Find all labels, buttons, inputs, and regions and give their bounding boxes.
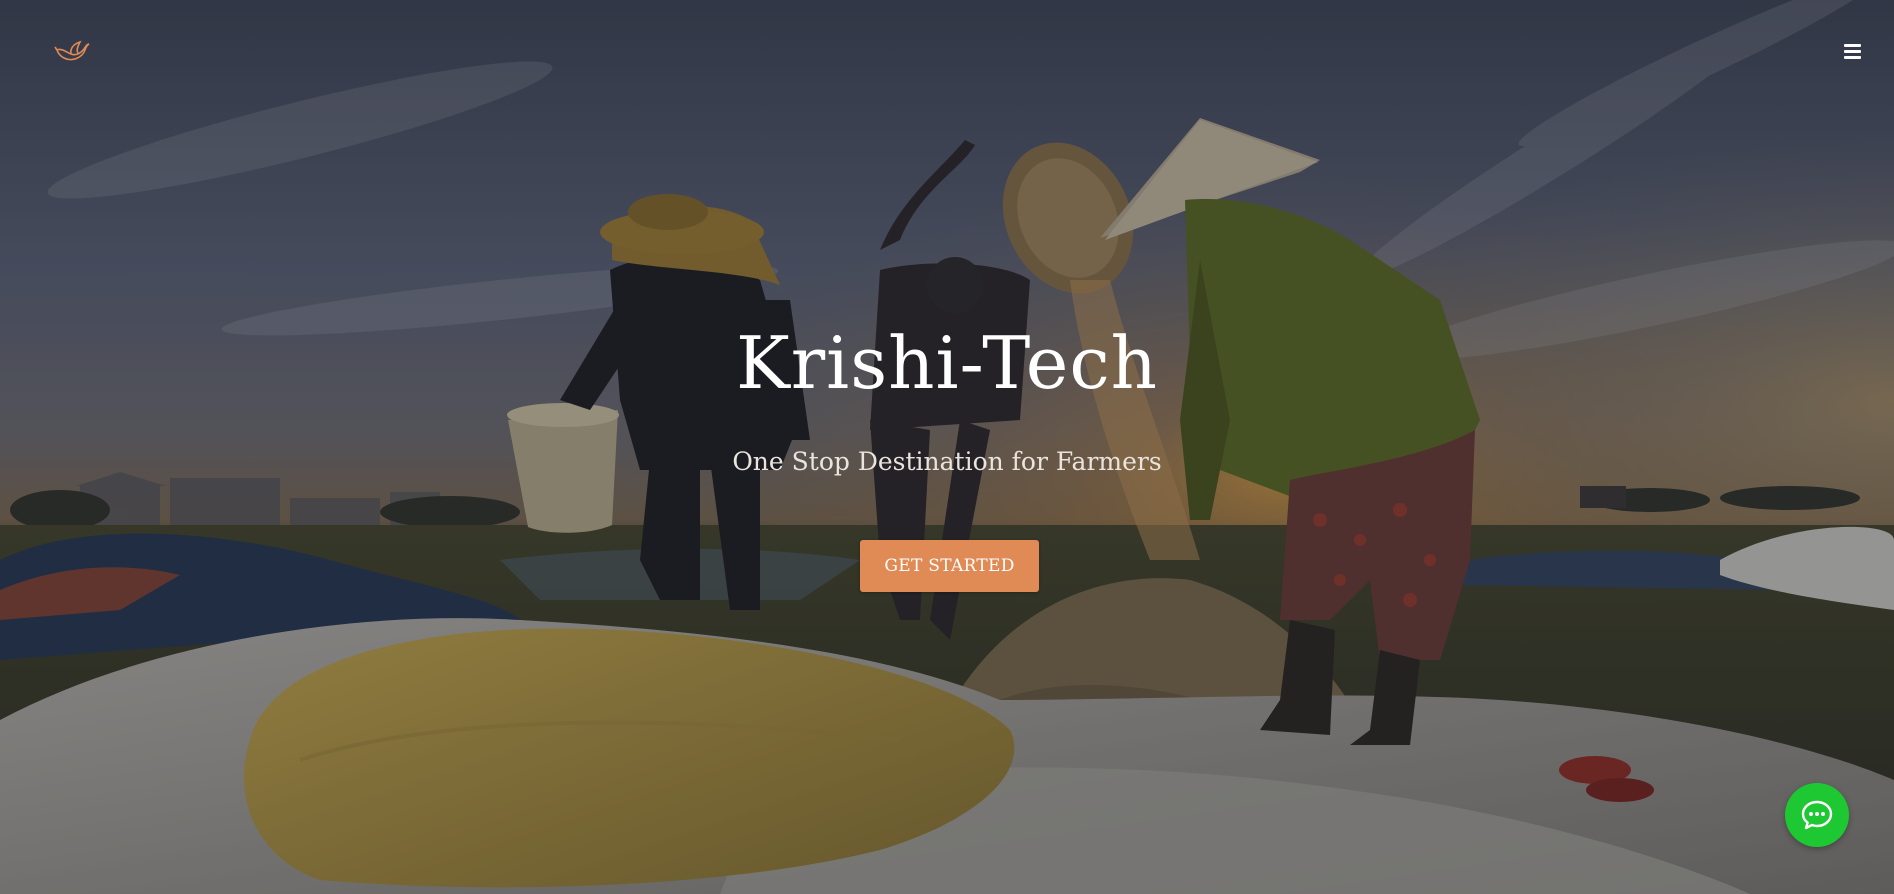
hero-section: Krishi-Tech One Stop Destination for Far…: [0, 0, 1894, 894]
menu-bar: [1844, 50, 1861, 53]
menu-bar: [1844, 56, 1861, 59]
get-started-button[interactable]: GET STARTED: [860, 540, 1039, 592]
hero-subtitle: One Stop Destination for Farmers: [732, 447, 1162, 476]
chat-button[interactable]: [1785, 783, 1849, 847]
menu-bar: [1844, 44, 1861, 47]
bird-logo-icon[interactable]: [54, 36, 92, 66]
hero-title: Krishi-Tech: [735, 321, 1159, 405]
chat-bubble-icon: [1801, 800, 1833, 830]
hamburger-menu-icon[interactable]: [1844, 44, 1864, 62]
